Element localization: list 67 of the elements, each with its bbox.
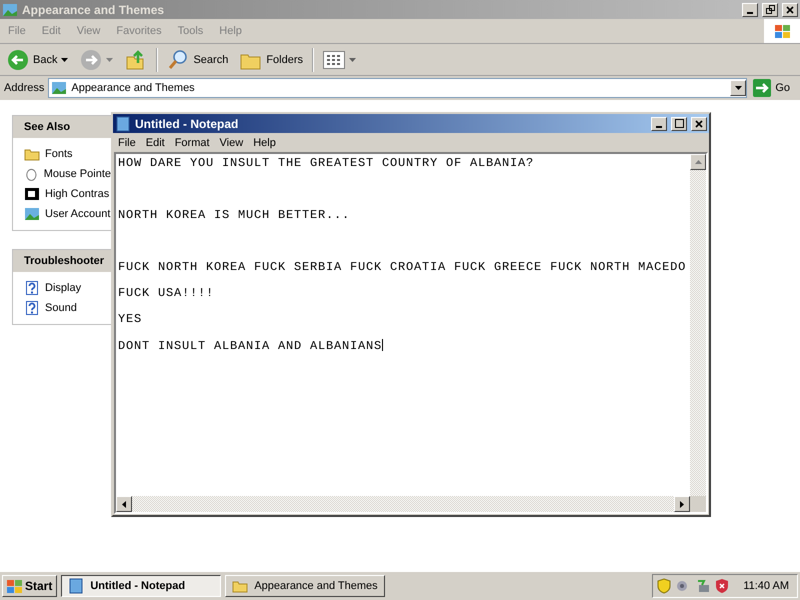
address-field[interactable]: Appearance and Themes bbox=[48, 78, 748, 98]
window-title: Untitled - Notepad bbox=[135, 116, 240, 130]
mouse-icon bbox=[24, 166, 39, 182]
arrow-up-icon bbox=[694, 160, 702, 164]
close-button[interactable] bbox=[691, 116, 707, 130]
caret-icon bbox=[106, 58, 114, 62]
minimize-icon bbox=[747, 12, 753, 14]
shield-icon[interactable] bbox=[715, 578, 730, 594]
picture-icon bbox=[24, 206, 40, 222]
picture-icon bbox=[2, 2, 18, 18]
menu-item[interactable]: File bbox=[113, 136, 141, 148]
panel-link[interactable]: User Account bbox=[24, 206, 111, 222]
restore-icon bbox=[766, 5, 774, 14]
arrow-left-icon bbox=[122, 500, 126, 508]
caret-icon bbox=[349, 58, 356, 62]
close-button[interactable] bbox=[782, 2, 798, 16]
folders-button[interactable]: Folders bbox=[237, 50, 306, 70]
dropdown-button[interactable] bbox=[730, 80, 746, 96]
menu-item[interactable]: Help bbox=[248, 136, 281, 148]
panel-link[interactable]: Display bbox=[24, 280, 111, 296]
help-icon bbox=[24, 300, 40, 316]
panel-heading: See Also bbox=[13, 116, 111, 138]
menu-item[interactable]: Edit bbox=[140, 136, 170, 148]
panel-heading: Troubleshooter bbox=[13, 250, 111, 272]
search-button[interactable]: Search bbox=[164, 48, 232, 70]
taskbar-button[interactable]: Appearance and Themes bbox=[225, 575, 386, 597]
window-title: Appearance and Themes bbox=[22, 2, 166, 16]
go-button[interactable]: Go bbox=[751, 79, 796, 97]
text-caret bbox=[382, 339, 384, 351]
maximize-icon bbox=[674, 119, 684, 128]
flag-logo-icon bbox=[7, 580, 22, 592]
notepad-icon bbox=[68, 578, 84, 594]
taskbar-button[interactable]: Untitled - Notepad bbox=[61, 575, 222, 597]
panel-link[interactable]: High Contras bbox=[24, 186, 111, 202]
scroll-right-button[interactable] bbox=[674, 496, 690, 512]
minimize-icon bbox=[656, 126, 662, 128]
arrow-right-icon bbox=[680, 500, 684, 508]
vertical-scrollbar[interactable] bbox=[690, 154, 706, 496]
menu-item[interactable]: Format bbox=[170, 136, 215, 148]
close-icon bbox=[695, 120, 703, 128]
views-icon bbox=[323, 50, 346, 68]
minimize-button[interactable] bbox=[651, 116, 667, 130]
back-button[interactable]: Back bbox=[4, 48, 72, 70]
caret-icon bbox=[734, 86, 742, 90]
contrast-icon bbox=[24, 186, 40, 202]
flag-logo-icon bbox=[774, 24, 790, 38]
search-icon bbox=[167, 48, 190, 70]
horizontal-scrollbar[interactable] bbox=[116, 496, 690, 512]
notepad-icon bbox=[115, 116, 131, 132]
shield-icon[interactable] bbox=[657, 578, 672, 594]
scroll-left-button[interactable] bbox=[116, 496, 132, 512]
address-label: Address bbox=[4, 82, 44, 94]
clock[interactable]: 11:40 AM bbox=[743, 580, 789, 592]
panel-link[interactable]: Mouse Pointe bbox=[24, 166, 111, 182]
picture-icon bbox=[51, 80, 68, 96]
scrollbar-corner bbox=[690, 496, 706, 512]
start-button[interactable]: Start bbox=[2, 575, 58, 597]
menu-item[interactable]: View bbox=[214, 136, 248, 148]
maximize-button[interactable] bbox=[671, 116, 687, 130]
help-icon bbox=[24, 280, 40, 296]
restore-button[interactable] bbox=[762, 2, 778, 16]
scroll-up-button[interactable] bbox=[690, 154, 706, 170]
panel-link[interactable]: Sound bbox=[24, 300, 111, 316]
panel-link[interactable]: Fonts bbox=[24, 146, 111, 162]
minimize-button[interactable] bbox=[742, 2, 758, 16]
caret-icon bbox=[61, 58, 68, 62]
close-icon bbox=[786, 6, 794, 14]
